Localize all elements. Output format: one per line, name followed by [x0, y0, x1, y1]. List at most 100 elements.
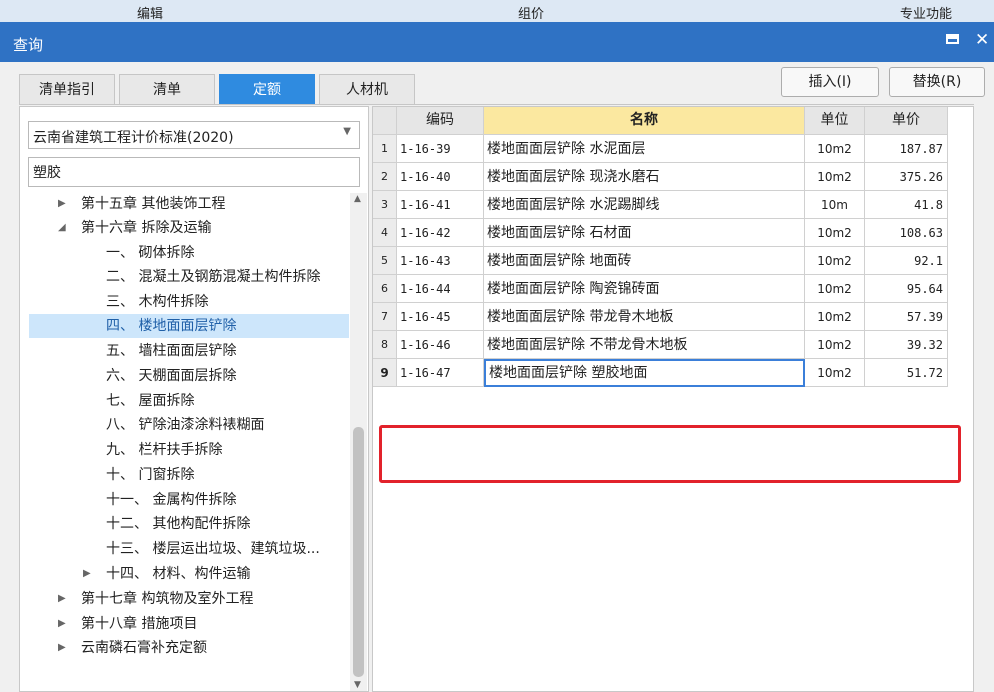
tree-node[interactable]: 六、 天棚面面层拆除	[28, 364, 348, 388]
cell-price[interactable]: 95.64	[865, 275, 948, 303]
tree-node[interactable]: 九、 栏杆扶手拆除	[28, 438, 348, 462]
cell-unit[interactable]: 10m2	[805, 331, 865, 359]
tree-node[interactable]: 三、 木构件拆除	[28, 290, 348, 314]
cell-code[interactable]: 1-16-43	[397, 247, 484, 275]
cell-name[interactable]: 楼地面面层铲除 不带龙骨木地板	[484, 331, 805, 359]
cell-name[interactable]: 楼地面面层铲除 带龙骨木地板	[484, 303, 805, 331]
tree-node-selected[interactable]: 四、 楼地面面层铲除	[29, 314, 349, 338]
cell-unit[interactable]: 10m2	[805, 247, 865, 275]
cell-price[interactable]: 375.26	[865, 163, 948, 191]
menu-special-function[interactable]: 专业功能	[900, 3, 952, 22]
cell-unit[interactable]: 10m2	[805, 303, 865, 331]
cell-name[interactable]: 楼地面面层铲除 现浇水磨石	[484, 163, 805, 191]
column-header-name[interactable]: 名称	[484, 107, 805, 135]
cell-unit[interactable]: 10m	[805, 191, 865, 219]
cell-code[interactable]: 1-16-47	[397, 359, 484, 387]
cell-name[interactable]: 楼地面面层铲除 水泥踢脚线	[484, 191, 805, 219]
tree-node[interactable]: ▶ 第十七章 构筑物及室外工程	[28, 587, 348, 611]
row-number[interactable]: 8	[373, 331, 397, 359]
tab-list-guide[interactable]: 清单指引	[19, 74, 115, 104]
cell-unit[interactable]: 10m2	[805, 275, 865, 303]
cell-name-editing[interactable]: 楼地面面层铲除 塑胶地面	[484, 359, 805, 387]
row-number[interactable]: 6	[373, 275, 397, 303]
row-number[interactable]: 5	[373, 247, 397, 275]
row-number-current[interactable]: 9	[373, 359, 397, 387]
tab-labor-material-machine[interactable]: 人材机	[319, 74, 415, 104]
tree-node[interactable]: ▶ 云南磷石膏补充定额	[28, 636, 348, 660]
row-number[interactable]: 1	[373, 135, 397, 163]
expand-arrow-icon[interactable]: ▶	[58, 636, 66, 660]
tree-node[interactable]: 十二、 其他构配件拆除	[28, 512, 348, 536]
cell-code[interactable]: 1-16-40	[397, 163, 484, 191]
tree-node[interactable]: 十、 门窗拆除	[28, 463, 348, 487]
scroll-up-icon[interactable]: ▲	[354, 194, 361, 204]
standard-select[interactable]: 云南省建筑工程计价标准(2020) ▼	[28, 121, 360, 149]
tab-quota[interactable]: 定额	[219, 74, 315, 104]
cell-price[interactable]: 57.39	[865, 303, 948, 331]
cell-unit[interactable]: 10m2	[805, 135, 865, 163]
cell-name[interactable]: 楼地面面层铲除 陶瓷锦砖面	[484, 275, 805, 303]
cell-price[interactable]: 187.87	[865, 135, 948, 163]
cell-name[interactable]: 楼地面面层铲除 水泥面层	[484, 135, 805, 163]
expand-arrow-icon[interactable]: ▶	[83, 562, 91, 586]
cell-price[interactable]: 51.72	[865, 359, 948, 387]
tree-node-label: 十一、 金属构件拆除	[106, 492, 237, 508]
row-number[interactable]: 4	[373, 219, 397, 247]
row-number[interactable]: 3	[373, 191, 397, 219]
scroll-down-icon[interactable]: ▼	[354, 680, 361, 690]
cell-code[interactable]: 1-16-45	[397, 303, 484, 331]
cell-price[interactable]: 92.1	[865, 247, 948, 275]
tree-node-label: 十三、 楼层运出垃圾、建筑垃圾...	[106, 541, 320, 557]
tree-node[interactable]: 八、 铲除油漆涂料裱糊面	[28, 413, 348, 437]
row-number[interactable]: 7	[373, 303, 397, 331]
cell-code[interactable]: 1-16-44	[397, 275, 484, 303]
tree-node[interactable]: 十三、 楼层运出垃圾、建筑垃圾...	[28, 537, 348, 561]
insert-button[interactable]: 插入(I)	[781, 67, 879, 97]
tree-node[interactable]: ▶ 第十八章 措施项目	[28, 612, 348, 636]
tree-node[interactable]: ▶ 十四、 材料、构件运输	[28, 562, 348, 586]
cell-price[interactable]: 108.63	[865, 219, 948, 247]
cell-code[interactable]: 1-16-41	[397, 191, 484, 219]
cell-unit[interactable]: 10m2	[805, 359, 865, 387]
expand-arrow-icon[interactable]: ▶	[58, 587, 66, 611]
tree-node[interactable]: ▶ 第十五章 其他装饰工程	[28, 192, 348, 216]
chevron-down-icon: ▼	[343, 126, 351, 137]
close-icon[interactable]: ✕	[975, 30, 989, 50]
maximize-icon[interactable]	[946, 34, 959, 44]
cell-unit[interactable]: 10m2	[805, 219, 865, 247]
cell-code[interactable]: 1-16-39	[397, 135, 484, 163]
tree-node-label: 第十八章 措施项目	[81, 616, 198, 632]
scrollbar-thumb[interactable]	[353, 427, 364, 677]
tree-node[interactable]: 七、 屋面拆除	[28, 389, 348, 413]
collapse-arrow-icon[interactable]: ◢	[58, 216, 66, 240]
tree-node[interactable]: ◢ 第十六章 拆除及运输	[28, 216, 348, 240]
cell-price[interactable]: 41.8	[865, 191, 948, 219]
column-header-code[interactable]: 编码	[397, 107, 484, 135]
tree-node[interactable]: 二、 混凝土及钢筋混凝土构件拆除	[28, 265, 348, 289]
cell-code[interactable]: 1-16-42	[397, 219, 484, 247]
cell-unit[interactable]: 10m2	[805, 163, 865, 191]
cell-code[interactable]: 1-16-46	[397, 331, 484, 359]
expand-arrow-icon[interactable]: ▶	[58, 192, 66, 216]
tree-node-label: 一、 砌体拆除	[106, 245, 195, 261]
menu-edit[interactable]: 编辑	[137, 3, 163, 22]
expand-arrow-icon[interactable]: ▶	[58, 612, 66, 636]
tab-list[interactable]: 清单	[119, 74, 215, 104]
column-header-unit[interactable]: 单位	[805, 107, 865, 135]
cell-name[interactable]: 楼地面面层铲除 石材面	[484, 219, 805, 247]
tree-scrollbar[interactable]: ▲ ▼	[350, 193, 367, 691]
replace-button[interactable]: 替换(R)	[889, 67, 985, 97]
tree-node[interactable]: 十一、 金属构件拆除	[28, 488, 348, 512]
cell-price[interactable]: 39.32	[865, 331, 948, 359]
quota-tree-panel: 云南省建筑工程计价标准(2020) ▼ ▶ 第十五章 其他装饰工程 ◢ 第十六章…	[19, 106, 369, 692]
cell-name[interactable]: 楼地面面层铲除 地面砖	[484, 247, 805, 275]
tab-divider	[19, 104, 974, 105]
search-input[interactable]	[28, 157, 360, 187]
tree-node[interactable]: 五、 墙柱面面层铲除	[28, 339, 348, 363]
menu-group-price[interactable]: 组价	[518, 3, 544, 22]
row-number[interactable]: 2	[373, 163, 397, 191]
tree-node-label: 五、 墙柱面面层铲除	[106, 343, 237, 359]
query-dialog: 清单指引 清单 定额 人材机 插入(I) 替换(R) 云南省建筑工程计价标准(2…	[0, 62, 994, 692]
tree-node[interactable]: 一、 砌体拆除	[28, 241, 348, 265]
column-header-price[interactable]: 单价	[865, 107, 948, 135]
